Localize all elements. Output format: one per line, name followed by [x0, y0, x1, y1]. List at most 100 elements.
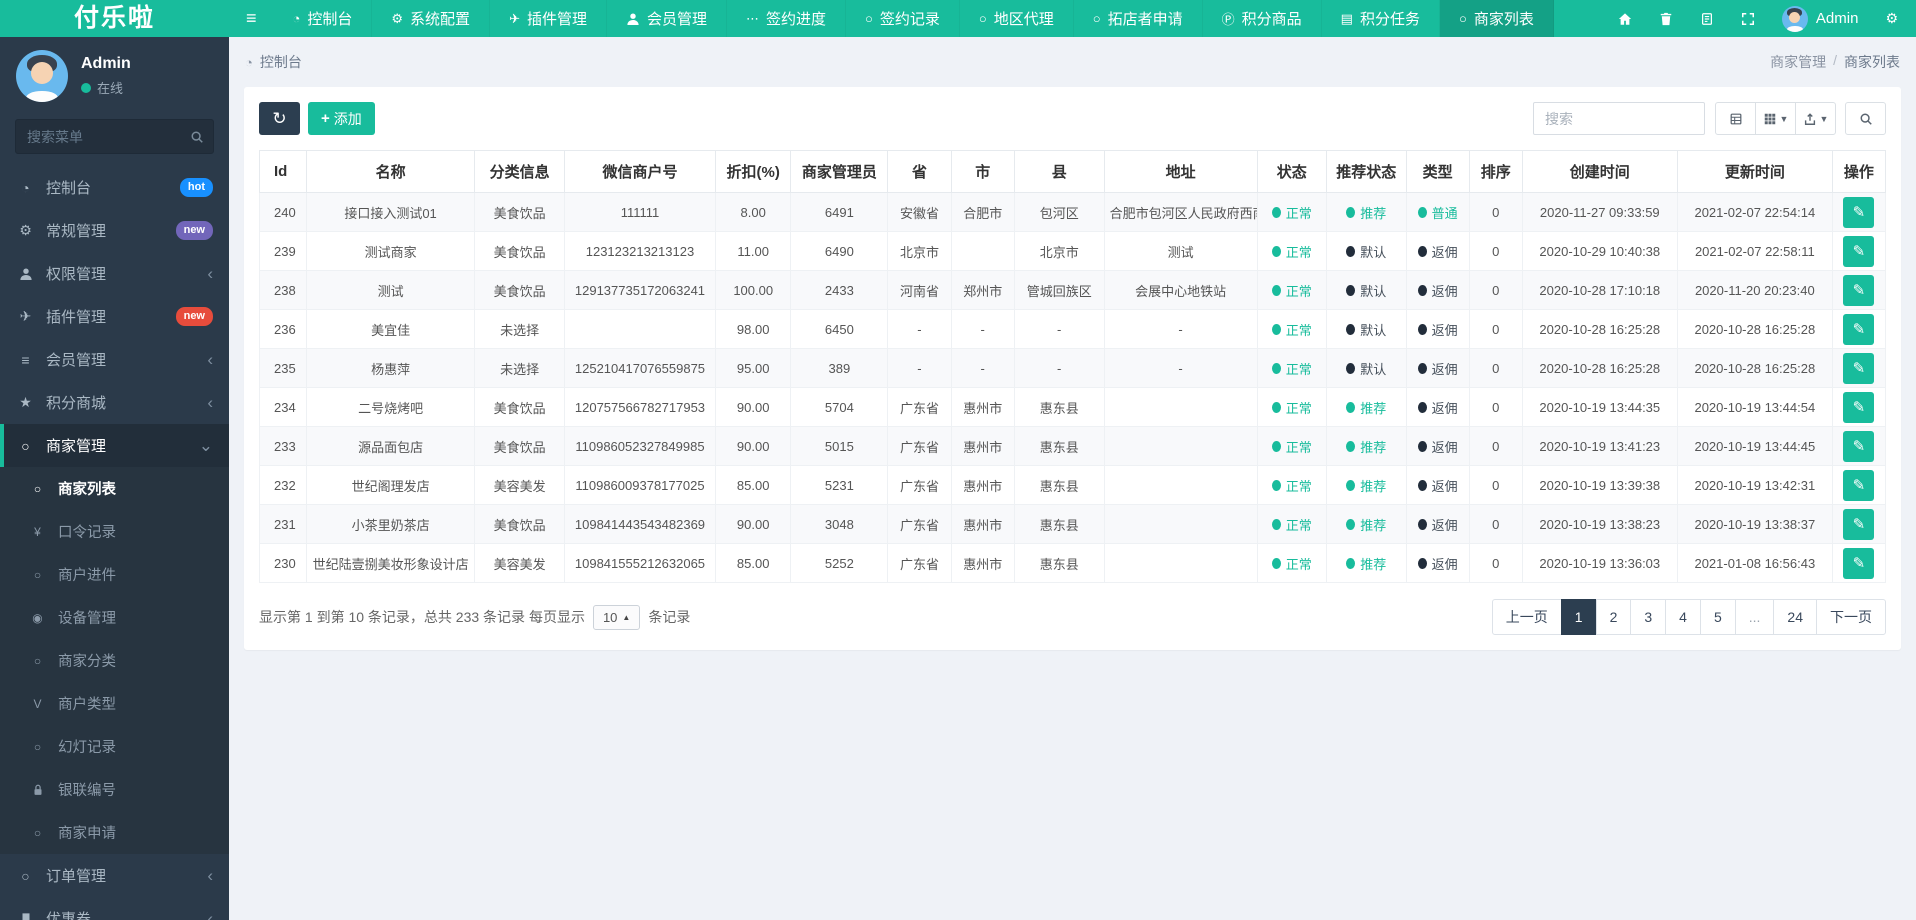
table-cell: 惠州市: [950, 543, 1015, 583]
edit-button[interactable]: ✎: [1843, 313, 1875, 345]
column-header[interactable]: 推荐状态: [1325, 150, 1407, 193]
sidebar-item[interactable]: ◔ 控制台 hot: [0, 166, 229, 209]
export-icon: [1803, 111, 1817, 127]
column-header[interactable]: 市: [950, 150, 1015, 193]
table-cell: 惠东县: [1013, 465, 1105, 505]
breadcrumb-left[interactable]: 控制台: [260, 52, 302, 72]
edit-button[interactable]: ✎: [1843, 469, 1875, 501]
edit-button[interactable]: ✎: [1843, 274, 1875, 306]
sidebar-item[interactable]: ≡ 会员管理 ‹: [0, 338, 229, 381]
cell-id: 235: [259, 348, 307, 388]
column-header[interactable]: Id: [259, 150, 307, 193]
expand-icon[interactable]: [1741, 12, 1755, 26]
sidebar-item[interactable]: ○ 商家管理 ⌄: [0, 424, 229, 467]
edit-button[interactable]: ✎: [1843, 391, 1875, 423]
status-dot-icon: [1346, 323, 1356, 335]
top-nav-item[interactable]: Ⓟ 积分商品: [1203, 0, 1322, 37]
page-button[interactable]: ...: [1734, 599, 1775, 635]
top-nav-item[interactable]: ○ 商家列表: [1439, 0, 1554, 37]
sidebar-item[interactable]: 优惠券 ‹: [0, 897, 229, 920]
add-button[interactable]: + 添加: [308, 102, 375, 135]
trash-icon[interactable]: [1659, 12, 1673, 26]
topbar-right: Admin ⚙: [1618, 0, 1916, 37]
sidebar-subitem[interactable]: ○ 幻灯记录: [0, 725, 229, 768]
column-header[interactable]: 县: [1013, 150, 1105, 193]
home-icon[interactable]: [1618, 12, 1632, 26]
sidebar-item[interactable]: ○ 订单管理 ‹: [0, 854, 229, 897]
edit-button[interactable]: ✎: [1843, 547, 1875, 579]
status-dot-icon: [1271, 362, 1281, 374]
page-button[interactable]: 3: [1630, 599, 1667, 635]
page-button[interactable]: 4: [1665, 599, 1701, 635]
column-header[interactable]: 操作: [1831, 150, 1887, 193]
rocket-icon: ✈: [19, 308, 32, 324]
edit-button[interactable]: ✎: [1843, 235, 1875, 267]
column-header[interactable]: 类型: [1405, 150, 1470, 193]
sidebar-subitem[interactable]: ○ 商家分类: [0, 639, 229, 682]
top-nav-item[interactable]: ⋯ 签约进度: [727, 0, 847, 37]
edit-button[interactable]: ✎: [1843, 352, 1875, 384]
grid-view-button[interactable]: ▼: [1755, 102, 1796, 135]
column-header[interactable]: 省: [887, 150, 952, 193]
top-nav-item[interactable]: ✈ 插件管理: [490, 0, 607, 37]
edit-button[interactable]: ✎: [1843, 196, 1875, 228]
page-button[interactable]: 上一页: [1491, 599, 1562, 635]
edit-button[interactable]: ✎: [1843, 508, 1875, 540]
top-nav-item[interactable]: ○ 签约记录: [846, 0, 960, 37]
column-header[interactable]: 更新时间: [1676, 150, 1833, 193]
cell-type: 普通: [1405, 192, 1470, 232]
top-nav-item[interactable]: 会员管理: [607, 0, 727, 37]
sidebar-subitem[interactable]: 银联编号: [0, 768, 229, 811]
column-header[interactable]: 微信商户号: [563, 150, 716, 193]
sidebar-subitem[interactable]: V 商户类型: [0, 682, 229, 725]
breadcrumb-section[interactable]: 商家管理: [1770, 52, 1826, 72]
menu-label: 商家分类: [58, 654, 116, 670]
column-header[interactable]: 折扣(%): [714, 150, 792, 193]
top-nav-item[interactable]: ⚙ 系统配置: [372, 0, 491, 37]
tablelist-view-button[interactable]: [1715, 102, 1756, 135]
table-cell: 2020-10-28 16:25:28: [1521, 309, 1678, 349]
column-header[interactable]: 地址: [1103, 150, 1258, 193]
edit-button[interactable]: ✎: [1843, 430, 1875, 462]
cell-action: ✎: [1831, 387, 1887, 427]
top-nav-item[interactable]: ○ 地区代理: [960, 0, 1074, 37]
sidebar-item[interactable]: ✈ 插件管理 new: [0, 295, 229, 338]
sidebar-subitem[interactable]: ○ 商户进件: [0, 553, 229, 596]
sidebar-subitem[interactable]: ○ 商家申请: [0, 811, 229, 854]
sidebar-item[interactable]: ⚙ 常规管理 new: [0, 209, 229, 252]
export-view-button[interactable]: ▼: [1795, 102, 1836, 135]
column-header[interactable]: 分类信息: [474, 150, 565, 193]
user-menu[interactable]: Admin: [1781, 5, 1858, 32]
column-header[interactable]: 状态: [1256, 150, 1327, 193]
avatar[interactable]: [16, 50, 68, 102]
page-button[interactable]: 2: [1595, 599, 1632, 635]
status-dot-icon: [1271, 284, 1281, 296]
hamburger-icon[interactable]: ≡: [229, 0, 274, 37]
top-nav-item[interactable]: ▤ 积分任务: [1322, 0, 1440, 37]
sidebar-subitem[interactable]: ¥ 口令记录: [0, 510, 229, 553]
column-header[interactable]: 名称: [305, 150, 476, 193]
sidebar-item[interactable]: ★ 积分商城 ‹: [0, 381, 229, 424]
cell-type: 返佣: [1405, 504, 1470, 544]
page-button[interactable]: 1: [1560, 599, 1597, 635]
column-header[interactable]: 排序: [1468, 150, 1523, 193]
table-row: 232 世纪阁理发店 美容美发 110986009378177025 85.00 5231…: [259, 465, 1887, 505]
top-nav-item[interactable]: ○ 拓店者申请: [1074, 0, 1203, 37]
page-button[interactable]: 24: [1773, 599, 1817, 635]
page-button[interactable]: 下一页: [1816, 599, 1886, 635]
settings-gear-icon[interactable]: ⚙: [1885, 10, 1898, 27]
sidebar-subitem[interactable]: ○ 商家列表: [0, 467, 229, 510]
log-icon[interactable]: [1700, 12, 1714, 26]
sidebar-subitem[interactable]: ◉ 设备管理: [0, 596, 229, 639]
top-nav-item[interactable]: ◔ 控制台: [274, 0, 373, 37]
refresh-button[interactable]: ↻: [259, 102, 300, 135]
per-page-dropdown[interactable]: 10 ▲: [592, 604, 641, 630]
column-header[interactable]: 商家管理员: [790, 150, 889, 193]
column-header[interactable]: 创建时间: [1521, 150, 1678, 193]
page-button[interactable]: 5: [1699, 599, 1736, 635]
menu-search-input[interactable]: [15, 119, 214, 154]
table-search-input[interactable]: [1533, 102, 1705, 135]
sidebar-item[interactable]: 权限管理 ‹: [0, 252, 229, 295]
chevron-left-icon: ‹: [207, 350, 213, 369]
search-button[interactable]: [1845, 102, 1886, 135]
